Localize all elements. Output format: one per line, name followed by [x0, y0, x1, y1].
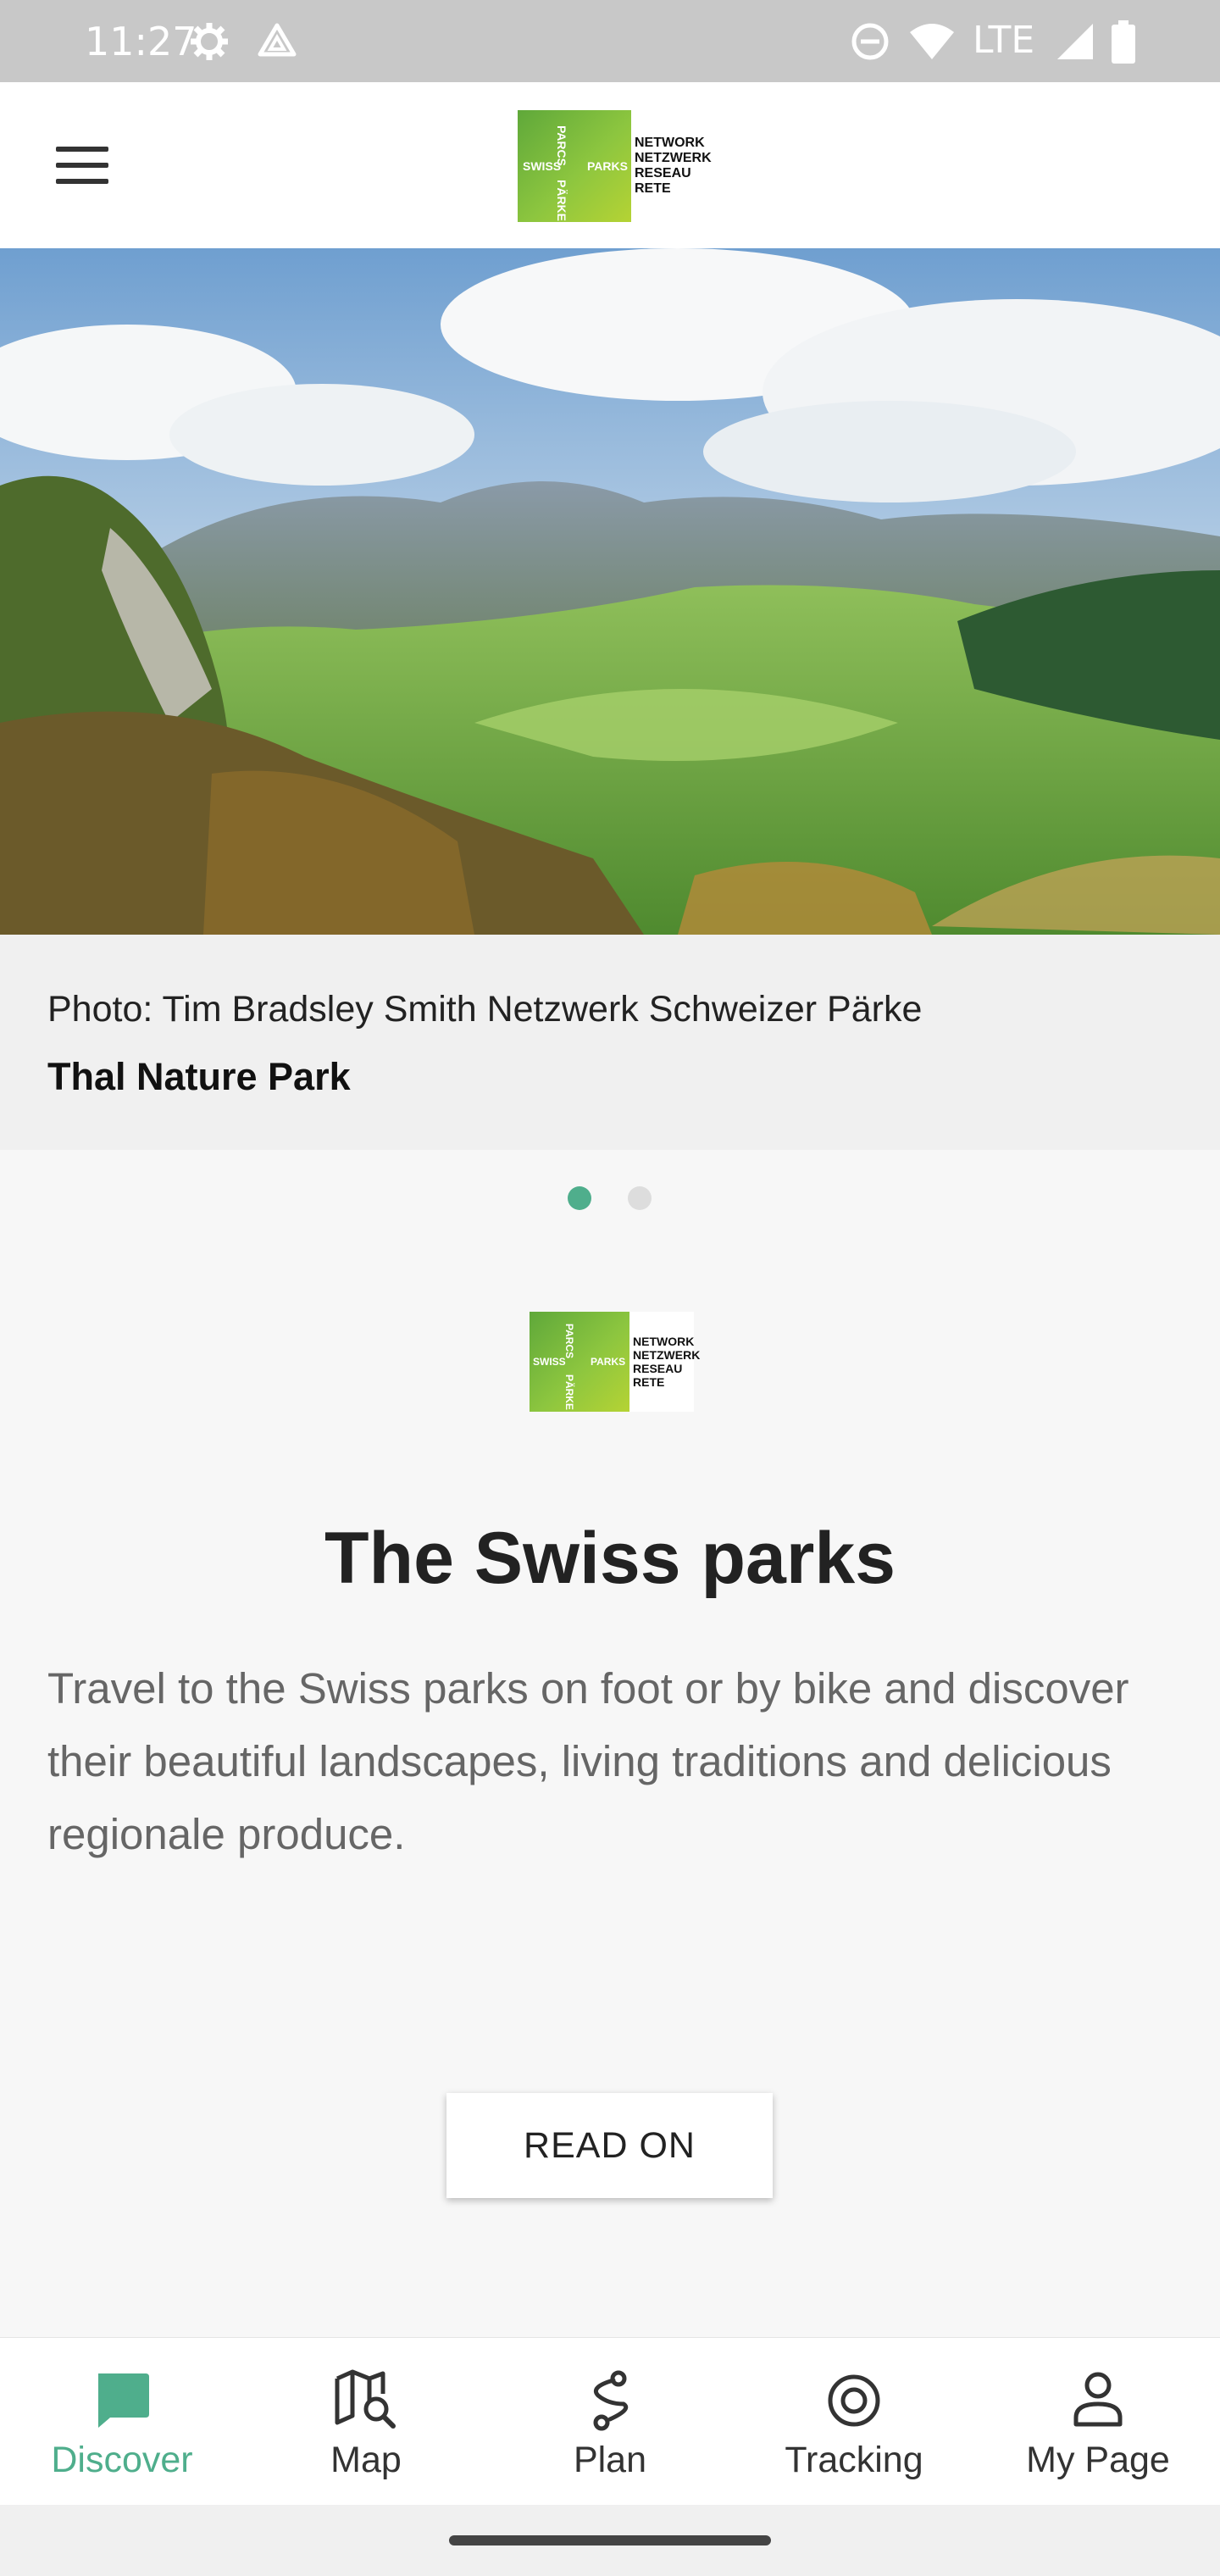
nav-my-page[interactable]: My Page	[976, 2338, 1220, 2506]
logo-word-rete: RETE	[635, 181, 671, 196]
hamburger-menu-icon[interactable]	[42, 133, 124, 197]
hero-caption: Photo: Tim Bradsley Smith Netzwerk Schwe…	[0, 935, 1220, 1150]
map-search-icon	[335, 2369, 396, 2429]
home-gesture-handle[interactable]	[449, 2535, 771, 2545]
logo-word-parks: PARKS	[591, 1356, 626, 1368]
logo-word-parks: PARKS	[587, 159, 628, 173]
logo-word-parcs: PARCS	[563, 1324, 575, 1359]
nav-label: Tracking	[785, 2440, 923, 2480]
logo-word-reseau: RESEAU	[635, 166, 691, 180]
landscape-photo	[0, 248, 1220, 935]
status-time: 11:27	[85, 19, 197, 64]
logo-word-parke: PÄRKE	[563, 1374, 575, 1411]
logo-word-network: NETWORK	[635, 136, 705, 150]
section-description: Travel to the Swiss parks on foot or by …	[47, 1664, 1129, 1858]
hero-landscape-image[interactable]	[0, 248, 1220, 935]
nav-label: My Page	[1026, 2440, 1170, 2480]
logo-word-netzwerk: NETZWERK	[635, 151, 712, 165]
read-on-button[interactable]: READ ON	[446, 2093, 773, 2198]
do-not-disturb-icon	[851, 23, 889, 60]
nav-map[interactable]: Map	[244, 2338, 488, 2506]
park-name: Thal Nature Park	[47, 1055, 351, 1098]
nav-tracking[interactable]: Tracking	[732, 2338, 976, 2506]
battery-icon	[1112, 20, 1135, 64]
logo-word-netzwerk: NETZWERK	[633, 1348, 701, 1362]
carousel-dot[interactable]	[628, 1186, 652, 1210]
bottom-navigation: Discover Map Plan Tracking My Page	[0, 2337, 1220, 2506]
nav-discover[interactable]: Discover	[0, 2338, 244, 2506]
nav-plan[interactable]: Plan	[488, 2338, 732, 2506]
logo-word-network: NETWORK	[633, 1335, 695, 1348]
logo-word-swiss: SWISS	[533, 1356, 566, 1368]
swiss-parks-network-logo: SWISS PARCS PARKS PÄRKE NETWORK NETZWERK…	[518, 110, 713, 222]
signal-icon	[1057, 24, 1093, 59]
gesture-navigation-bar	[0, 2505, 1220, 2576]
drive-triangle-icon	[258, 23, 297, 57]
nav-label: Plan	[573, 2440, 647, 2480]
user-profile-icon	[1073, 2372, 1123, 2427]
wifi-icon	[910, 24, 954, 59]
settings-gear-icon	[191, 23, 228, 60]
carousel-pagination	[0, 1186, 1220, 1212]
nav-label: Discover	[51, 2440, 193, 2480]
swiss-parks-logo: SWISS PARCS PARKS PÄRKE NETWORK NETZWERK…	[530, 1312, 701, 1412]
network-type: LTE	[973, 19, 1035, 62]
photo-credit: Photo: Tim Bradsley Smith Netzwerk Schwe…	[47, 989, 923, 1030]
logo-word-rete: RETE	[633, 1375, 665, 1389]
logo-word-reseau: RESEAU	[633, 1362, 683, 1375]
route-plan-icon	[593, 2370, 629, 2431]
discover-chat-icon	[98, 2373, 149, 2428]
logo-word-parcs: PARCS	[555, 125, 568, 166]
section-title: The Swiss parks	[324, 1518, 896, 1599]
nav-label: Map	[330, 2440, 402, 2480]
status-bar: 11:27 LTE	[0, 0, 1220, 82]
logo-word-parke: PÄRKE	[555, 180, 568, 222]
target-tracking-icon	[828, 2374, 880, 2427]
carousel-dot-active[interactable]	[568, 1186, 591, 1210]
